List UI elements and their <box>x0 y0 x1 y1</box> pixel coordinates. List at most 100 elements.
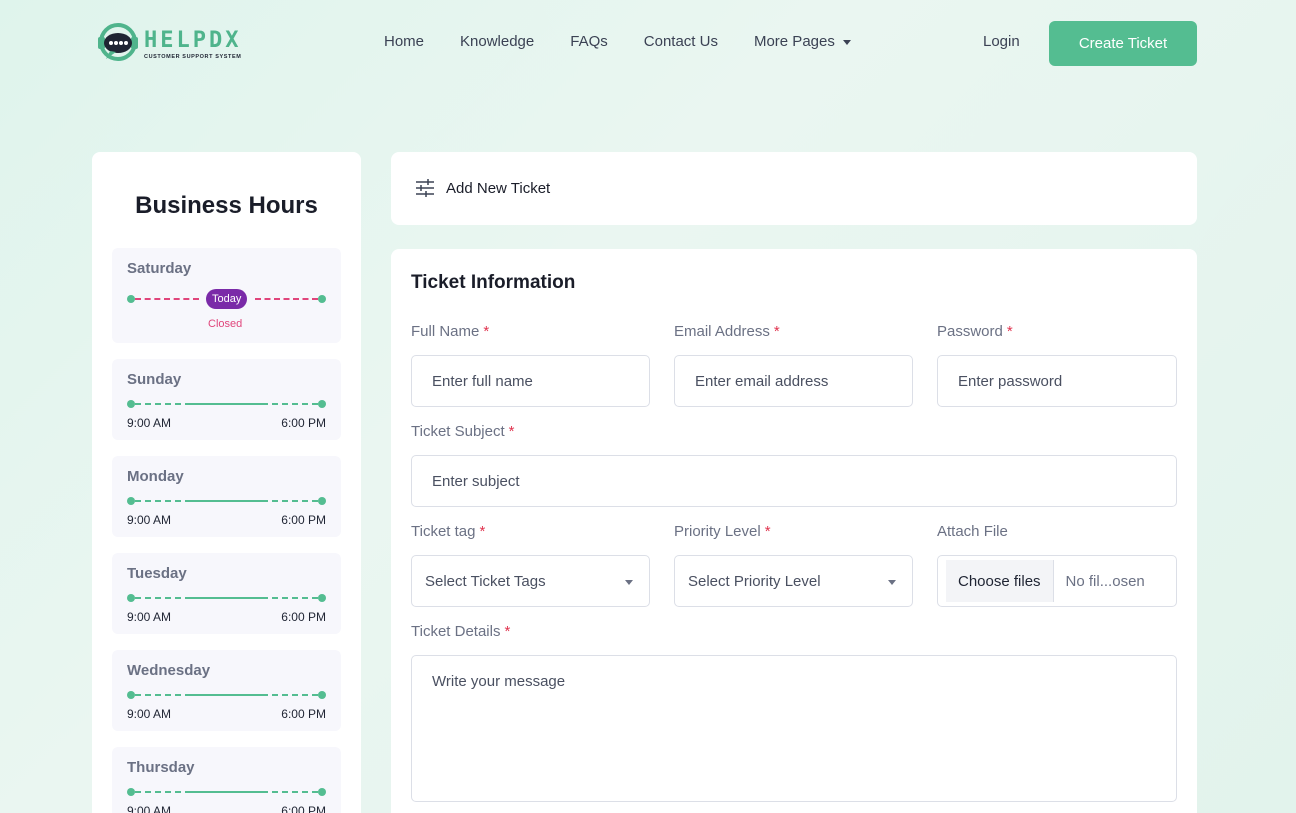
hours-track <box>127 691 326 699</box>
required-mark: * <box>773 323 780 340</box>
subject-label-text: Ticket Subject <box>411 423 505 440</box>
priority-selected: Select Priority Level <box>688 572 821 590</box>
nav-knowledge[interactable]: Knowledge <box>460 32 534 52</box>
track-dash-left <box>135 694 191 696</box>
details-label-text: Ticket Details <box>411 623 501 640</box>
chevron-down-icon <box>842 39 851 45</box>
add-ticket-title: Add New Ticket <box>446 180 551 197</box>
subject-label: Ticket Subject * <box>411 422 515 442</box>
track-start-dot <box>127 788 135 796</box>
day-name: Sunday <box>127 371 182 388</box>
file-status: No fil...osen <box>1065 572 1145 590</box>
track-dash-right <box>262 694 318 696</box>
open-time: 9:00 AM <box>127 416 172 430</box>
details-label: Ticket Details * <box>411 622 510 642</box>
day-name: Tuesday <box>127 565 187 582</box>
nav-contact-us[interactable]: Contact Us <box>644 32 718 52</box>
ticket-tag-selected: Select Ticket Tags <box>425 572 546 590</box>
hours-track <box>127 788 326 796</box>
full-name-input[interactable]: Enter full name <box>411 355 650 407</box>
caret-down-icon <box>625 580 633 585</box>
closed-status: Closed <box>208 318 243 330</box>
track-dash-left <box>135 298 199 300</box>
track-end-dot <box>318 295 326 303</box>
close-time: 6:00 PM <box>281 804 326 813</box>
caret-down-icon <box>888 580 896 585</box>
day-name: Saturday <box>127 260 192 277</box>
day-name: Wednesday <box>127 662 211 679</box>
close-time: 6:00 PM <box>281 610 326 624</box>
close-time: 6:00 PM <box>281 513 326 527</box>
brand-tagline: CUSTOMER SUPPORT SYSTEM <box>144 53 242 60</box>
priority-label-text: Priority Level <box>674 523 761 540</box>
business-hours-panel: Business Hours Saturday Today Closed Sun… <box>92 152 361 813</box>
day-name: Thursday <box>127 759 195 776</box>
open-time: 9:00 AM <box>127 610 172 624</box>
brand-name: HELPDX <box>144 27 242 53</box>
track-end-dot <box>318 497 326 505</box>
track-dash-right <box>262 403 318 405</box>
track-start-dot <box>127 497 135 505</box>
headset-chat-icon <box>96 22 140 66</box>
track-end-dot <box>318 400 326 408</box>
ticket-tag-label: Ticket tag * <box>411 522 485 542</box>
nav-more-pages-label: More Pages <box>753 33 835 50</box>
sliders-icon <box>415 179 435 197</box>
password-input[interactable]: Enter password <box>937 355 1177 407</box>
nav-more-pages[interactable]: More Pages <box>754 32 851 52</box>
header: HELPDX CUSTOMER SUPPORT SYSTEM Home Know… <box>0 0 1296 86</box>
nav-faqs[interactable]: FAQs <box>570 32 608 52</box>
add-ticket-header-card: Add New Ticket <box>391 152 1197 225</box>
track-dash-left <box>135 500 191 502</box>
hours-track <box>127 497 326 505</box>
track-dash-left <box>135 791 191 793</box>
priority-label: Priority Level * <box>674 522 771 542</box>
business-hours-title: Business Hours <box>135 192 318 219</box>
open-time: 9:00 AM <box>127 513 172 527</box>
track-start-dot <box>127 295 135 303</box>
track-open-span <box>191 694 262 696</box>
required-mark: * <box>508 423 515 440</box>
full-name-label-text: Full Name <box>411 323 480 340</box>
day-card-saturday: Saturday Today Closed <box>112 248 341 343</box>
close-time: 6:00 PM <box>281 416 326 430</box>
subject-input[interactable]: Enter subject <box>411 455 1177 507</box>
hours-track <box>127 400 326 408</box>
track-end-dot <box>318 594 326 602</box>
nav-home[interactable]: Home <box>384 32 424 52</box>
track-dash-right <box>255 298 318 300</box>
full-name-label: Full Name * <box>411 322 489 342</box>
brand-logo[interactable]: HELPDX CUSTOMER SUPPORT SYSTEM <box>96 22 241 66</box>
track-open-span <box>191 597 262 599</box>
track-end-dot <box>318 691 326 699</box>
track-open-span <box>191 791 262 793</box>
required-mark: * <box>1006 323 1013 340</box>
email-input[interactable]: Enter email address <box>674 355 913 407</box>
required-mark: * <box>483 323 490 340</box>
login-link[interactable]: Login <box>983 32 1020 52</box>
track-open-span <box>191 500 262 502</box>
day-card-tuesday: Tuesday 9:00 AM 6:00 PM <box>112 553 341 634</box>
day-card-monday: Monday 9:00 AM 6:00 PM <box>112 456 341 537</box>
day-name: Monday <box>127 468 184 485</box>
email-label-text: Email Address <box>674 323 770 340</box>
required-mark: * <box>764 523 771 540</box>
ticket-form-card: Ticket Information Full Name * Enter full… <box>391 249 1197 813</box>
track-dash-left <box>135 597 191 599</box>
track-end-dot <box>318 788 326 796</box>
hours-track <box>127 594 326 602</box>
track-open-span <box>191 403 262 405</box>
attach-file-input[interactable]: Choose files No fil...osen <box>937 555 1177 607</box>
ticket-tag-select[interactable]: Select Ticket Tags <box>411 555 650 607</box>
main-nav: Home Knowledge FAQs Contact Us More Page… <box>384 32 887 52</box>
today-badge: Today <box>206 289 248 309</box>
day-card-wednesday: Wednesday 9:00 AM 6:00 PM <box>112 650 341 731</box>
track-start-dot <box>127 400 135 408</box>
create-ticket-button[interactable]: Create Ticket <box>1049 21 1197 66</box>
choose-files-button[interactable]: Choose files <box>946 560 1054 602</box>
track-dash-right <box>262 597 318 599</box>
details-textarea[interactable]: Write your message <box>411 655 1177 802</box>
priority-select[interactable]: Select Priority Level <box>674 555 913 607</box>
required-mark: * <box>504 623 511 640</box>
email-label: Email Address * <box>674 322 780 342</box>
